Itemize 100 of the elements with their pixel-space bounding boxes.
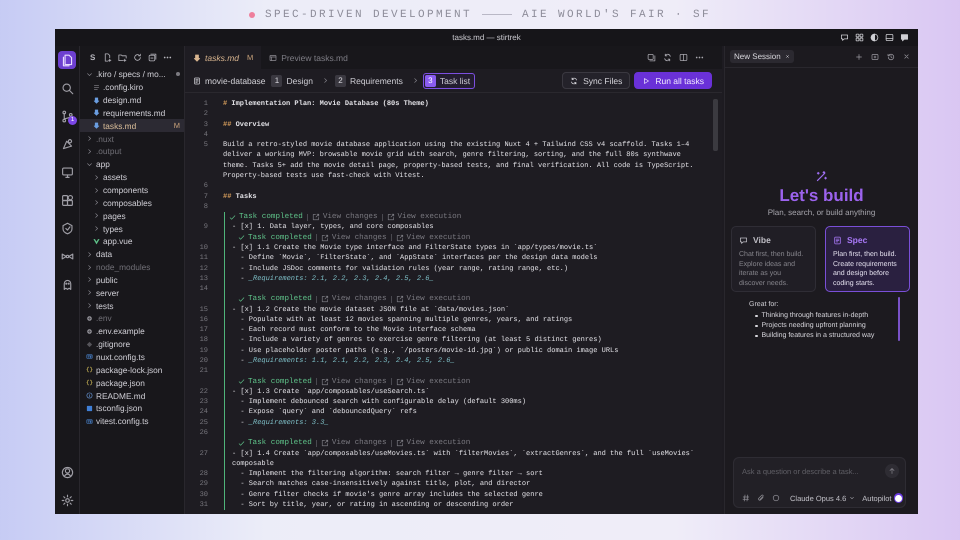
step-tab[interactable]: 2 Requirements <box>332 72 408 88</box>
folder-item[interactable]: types <box>80 222 184 235</box>
arrow-up-icon <box>888 467 896 475</box>
check-icon <box>238 378 245 386</box>
folder-item[interactable]: components <box>80 184 184 196</box>
file-item[interactable]: package-lock.json <box>80 363 184 376</box>
file-item[interactable]: vitest.config.ts <box>80 414 184 428</box>
file-item[interactable]: design.md <box>80 94 184 107</box>
paperclip-icon[interactable] <box>757 494 765 502</box>
event-title: AIE WORLD'S FAIR · SF <box>522 8 712 20</box>
compare-icon[interactable] <box>647 53 656 62</box>
lines-icon <box>93 84 100 91</box>
dot-icon <box>248 12 255 18</box>
new-file-icon[interactable] <box>103 52 112 62</box>
panel-icon[interactable] <box>885 33 894 42</box>
external-link-icon <box>320 378 329 386</box>
folder-item[interactable]: data <box>80 248 184 261</box>
external-link-icon <box>396 295 404 304</box>
ghost-icon <box>60 278 74 290</box>
sync-icon <box>570 76 578 84</box>
sync-icon[interactable] <box>663 53 672 62</box>
circle-icon[interactable] <box>772 494 780 502</box>
folder-item[interactable]: server <box>80 286 184 300</box>
external-link-icon <box>396 439 404 448</box>
file-item[interactable]: requirements.md <box>80 106 184 120</box>
external-link-icon <box>396 234 404 242</box>
file-item[interactable]: .env.example <box>80 324 184 338</box>
monitor-icon <box>60 166 74 178</box>
bullet-icon <box>755 334 758 338</box>
chat-bubble-icon[interactable] <box>900 33 909 42</box>
folder-item[interactable]: pages <box>80 209 184 222</box>
history-icon[interactable] <box>887 52 895 60</box>
folder-item[interactable]: public <box>80 274 184 286</box>
toggle-switch[interactable] <box>894 493 904 503</box>
chat-icon[interactable] <box>840 33 849 42</box>
vue-icon <box>93 238 100 245</box>
document-icon <box>833 236 842 244</box>
step-tab[interactable]: 1 Design <box>269 72 318 88</box>
scrollbar-thumb[interactable] <box>898 297 900 341</box>
braces-icon <box>86 379 93 386</box>
check-icon <box>238 296 245 303</box>
file-item[interactable]: .env <box>80 312 184 325</box>
external-link-icon <box>320 439 329 448</box>
close-icon[interactable] <box>903 53 910 60</box>
shield-icon <box>60 222 74 234</box>
folder-item[interactable]: composables <box>80 196 184 210</box>
braces-icon <box>86 366 93 374</box>
folder-item[interactable]: .nuxt <box>80 132 184 146</box>
scrollbar-thumb[interactable] <box>713 99 718 151</box>
send-button[interactable] <box>885 464 899 478</box>
editor-tab[interactable]: Preview tasks.md <box>261 46 356 69</box>
external-link-icon <box>320 295 329 304</box>
check-icon <box>229 214 236 221</box>
chevron-icon <box>86 70 93 78</box>
ts-file-icon <box>86 353 93 360</box>
panel-title: S <box>90 52 96 62</box>
file-item[interactable]: app.vue <box>80 234 184 248</box>
folder-item[interactable]: assets <box>80 170 184 184</box>
layout-icon[interactable] <box>855 33 864 42</box>
file-item[interactable]: tsconfig.json <box>80 402 184 415</box>
add-icon[interactable] <box>855 52 863 60</box>
step-tab[interactable]: 3 Task list <box>422 72 476 88</box>
file-item[interactable]: .config.kiro <box>80 80 184 94</box>
chevron-icon <box>322 77 329 84</box>
ts-file-icon <box>86 418 93 425</box>
session-tab[interactable]: New Session <box>730 50 794 63</box>
bullet-icon <box>755 324 758 328</box>
file-item[interactable]: .gitignore <box>80 338 184 351</box>
folder-item[interactable]: .kiro / specs / mo... <box>80 68 184 81</box>
sync-button[interactable]: Sync Files <box>562 72 630 89</box>
hero-subtitle: Plan, search, or build anything <box>768 208 876 217</box>
split-icon[interactable] <box>679 53 688 62</box>
file-item[interactable]: nuxt.config.ts <box>80 350 184 364</box>
preview-icon <box>269 54 278 62</box>
square-icon <box>86 404 93 412</box>
step-number: 1 <box>271 74 282 86</box>
modified-dot <box>176 72 180 76</box>
extensions-icon <box>60 194 74 206</box>
folder-item[interactable]: node_modules <box>80 260 184 274</box>
spec-name[interactable]: movie-database <box>193 76 266 86</box>
file-item[interactable]: README.md <box>80 389 184 402</box>
run-button[interactable]: Run all tasks <box>634 72 712 89</box>
new-folder-icon[interactable] <box>118 52 128 62</box>
external-link-icon <box>386 213 394 222</box>
refresh-icon[interactable] <box>133 52 142 62</box>
step-number: 2 <box>334 74 346 86</box>
collapse-icon[interactable] <box>148 52 158 62</box>
external-link-icon <box>312 213 320 222</box>
document-icon <box>193 76 201 84</box>
window-title: tasks.md — stirtrek <box>452 33 521 42</box>
new-chat-icon[interactable] <box>871 52 879 60</box>
file-item[interactable]: package.json <box>80 376 184 390</box>
folder-item[interactable]: .output <box>80 145 184 158</box>
files-icon <box>60 54 74 66</box>
folder-item[interactable]: tests <box>80 299 184 312</box>
external-link-icon <box>396 378 404 386</box>
hash-icon[interactable] <box>742 494 750 502</box>
search-icon <box>60 82 74 94</box>
folder-item[interactable]: app <box>80 158 184 171</box>
check-icon <box>238 440 245 447</box>
